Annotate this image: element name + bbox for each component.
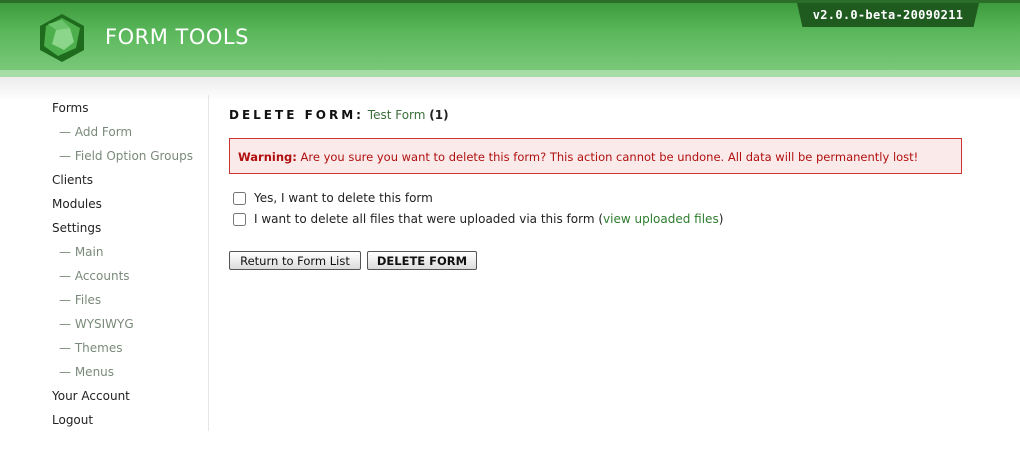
sidebar-nav: Forms Add Form Field Option Groups Clien… <box>52 100 202 436</box>
nav-item-clients[interactable]: Clients <box>52 172 202 196</box>
nav-item-main[interactable]: Main <box>52 244 202 268</box>
app-title: FORM TOOLS <box>105 25 249 49</box>
header-shade <box>0 77 1020 101</box>
green-gem-logo-icon <box>40 14 84 62</box>
main-content: DELETE FORM: Test Form (1) Warning: Are … <box>229 108 969 270</box>
delete-files-checkbox[interactable] <box>233 212 246 226</box>
nav-item-logout[interactable]: Logout <box>52 412 202 436</box>
nav-item-forms[interactable]: Forms <box>52 100 202 124</box>
version-badge: v2.0.0-beta-20090211 <box>797 3 979 27</box>
nav-item-accounts[interactable]: Accounts <box>52 268 202 292</box>
warning-text: Are you sure you want to delete this for… <box>300 150 919 164</box>
delete-files-label-suffix: ) <box>718 212 724 226</box>
nav-item-add-form[interactable]: Add Form <box>52 124 202 148</box>
form-name: Test Form <box>367 108 426 122</box>
delete-form-button[interactable]: DELETE FORM <box>367 251 477 270</box>
view-uploaded-files-link[interactable]: view uploaded files <box>603 212 719 226</box>
delete-files-label: I want to delete all files that were upl… <box>254 211 723 227</box>
confirm-delete-row: Yes, I want to delete this form <box>233 190 433 206</box>
nav-item-field-option-groups[interactable]: Field Option Groups <box>52 148 202 172</box>
delete-files-row: I want to delete all files that were upl… <box>233 211 723 227</box>
header-stripe <box>0 70 1020 77</box>
header-bar: FORM TOOLS v2.0.0-beta-20090211 <box>0 0 1020 70</box>
nav-item-files[interactable]: Files <box>52 292 202 316</box>
nav-item-menus[interactable]: Menus <box>52 364 202 388</box>
nav-item-themes[interactable]: Themes <box>52 340 202 364</box>
form-id: (1) <box>429 108 449 122</box>
confirm-delete-label: Yes, I want to delete this form <box>254 191 433 205</box>
nav-item-your-account[interactable]: Your Account <box>52 388 202 412</box>
nav-divider <box>208 95 209 431</box>
warning-box: Warning: Are you sure you want to delete… <box>229 138 962 174</box>
nav-item-modules[interactable]: Modules <box>52 196 202 220</box>
nav-item-wysiwyg[interactable]: WYSIWYG <box>52 316 202 340</box>
return-to-form-list-button[interactable]: Return to Form List <box>229 251 361 270</box>
page-title: DELETE FORM: Test Form (1) <box>229 108 969 126</box>
delete-files-label-prefix: I want to delete all files that were upl… <box>254 212 604 226</box>
page-title-label: DELETE FORM: <box>229 108 364 122</box>
nav-item-settings[interactable]: Settings <box>52 220 202 244</box>
confirm-delete-checkbox[interactable] <box>233 191 246 205</box>
warning-label: Warning: <box>238 150 297 164</box>
